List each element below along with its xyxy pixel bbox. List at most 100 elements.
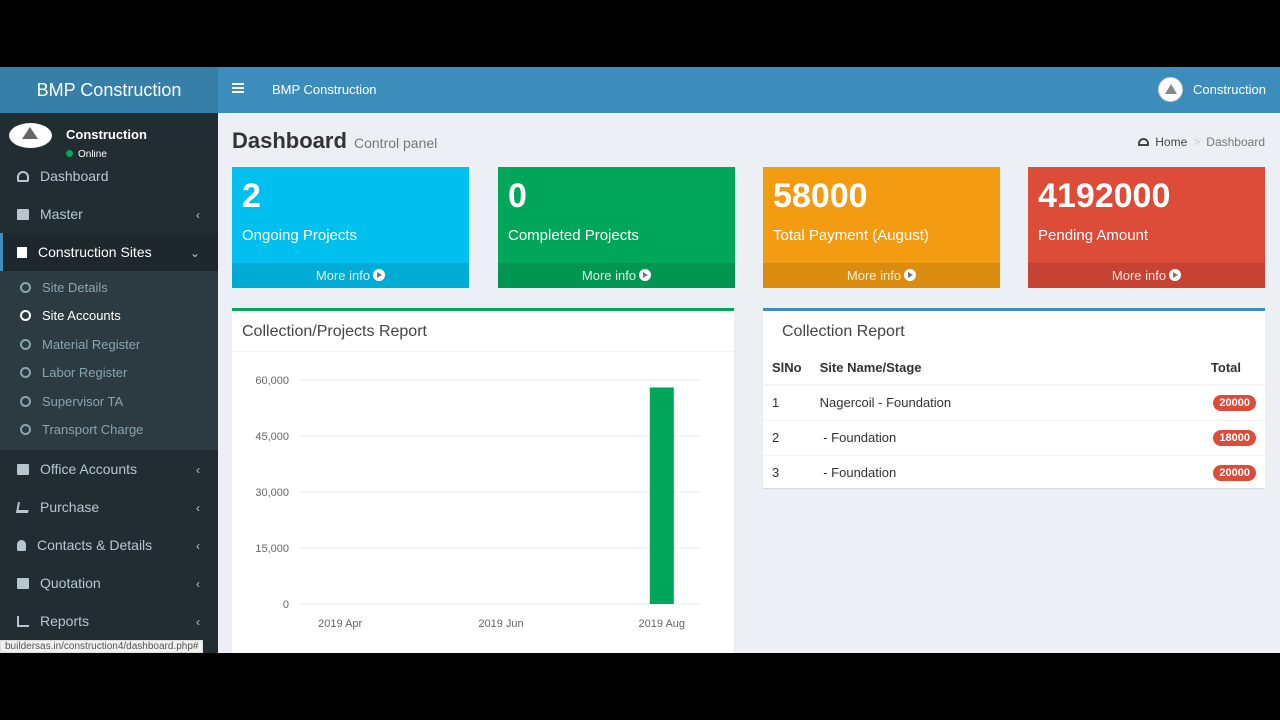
column-header-site: Site Name/Stage <box>810 351 1131 386</box>
chart-bar[interactable] <box>649 387 674 604</box>
dashboard-icon <box>1138 138 1150 146</box>
stat-box-total-payment: 58000 Total Payment (August) More info <box>763 167 1000 288</box>
sidebar-item-label: Office Accounts <box>40 461 138 477</box>
logo-text: BMP Construction <box>36 79 182 100</box>
circle-icon <box>20 310 31 322</box>
circle-icon <box>20 281 31 293</box>
breadcrumb-home[interactable]: Home <box>1155 135 1187 149</box>
book-icon <box>17 577 29 589</box>
more-info-link[interactable]: More info <box>1028 263 1265 288</box>
submenu-item-label: Site Details <box>42 279 108 295</box>
chevron-left-icon: ‹ <box>196 539 200 553</box>
page-subtitle: Control panel <box>354 135 438 151</box>
sidebar-item-label: Quotation <box>40 575 101 591</box>
sidebar-item-label: Construction Sites <box>38 244 152 260</box>
submenu-item-label: Site Accounts <box>42 308 121 324</box>
stat-value: 0 <box>508 177 527 215</box>
sidebar-item-purchase[interactable]: Purchase ‹ <box>0 488 218 526</box>
sidebar-item-contacts-details[interactable]: Contacts & Details ‹ <box>0 526 218 564</box>
more-info-label: More info <box>846 268 902 283</box>
panel-divider <box>232 351 734 352</box>
submenu-item-supervisor-ta[interactable]: Supervisor TA <box>0 387 218 416</box>
submenu-item-label: Transport Charge <box>42 422 144 438</box>
stat-box-completed-projects: 0 Completed Projects More info <box>498 167 735 288</box>
cell-total: 18000 <box>1130 419 1265 455</box>
sidebar-item-office-accounts[interactable]: Office Accounts ‹ <box>0 450 218 488</box>
collection-report-table: SlNo Site Name/Stage Total 1 Nagercoil -… <box>763 351 1265 490</box>
chevron-left-icon: ‹ <box>196 501 200 515</box>
stat-label: Pending Amount <box>1038 227 1149 244</box>
book-icon <box>17 208 29 220</box>
topbar-title: BMP Construction <box>272 82 377 97</box>
collection-report-panel: Collection Report SlNo Site Name/Stage T… <box>763 308 1265 490</box>
cell-slno: 1 <box>763 384 811 420</box>
sidebar-toggle-icon[interactable] <box>232 83 244 93</box>
sidebar-item-quotation[interactable]: Quotation ‹ <box>0 564 218 602</box>
stat-label: Ongoing Projects <box>242 227 358 244</box>
stat-value: 2 <box>242 177 261 215</box>
circle-icon <box>20 424 31 436</box>
more-info-link[interactable]: More info <box>763 263 1000 288</box>
x-tick-label: 2019 Aug <box>639 618 686 630</box>
chevron-down-icon: ⌄ <box>189 246 200 260</box>
y-tick-label: 15,000 <box>255 543 289 555</box>
y-tick-label: 30,000 <box>255 487 289 499</box>
stat-label: Total Payment (August) <box>773 227 929 244</box>
user-menu-label: Construction <box>1193 82 1266 97</box>
submenu-item-material-register[interactable]: Material Register <box>0 330 218 359</box>
submenu-item-site-accounts[interactable]: Site Accounts <box>0 302 218 331</box>
sidebar-item-label: Purchase <box>40 499 100 515</box>
total-badge: 18000 <box>1213 430 1256 446</box>
sidebar-item-label: Dashboard <box>40 168 109 184</box>
circle-icon <box>20 338 31 350</box>
chevron-left-icon: ‹ <box>196 577 200 591</box>
sidebar: Construction Online Dashboard Master ‹ C… <box>0 113 218 653</box>
sidebar-user-name: Construction <box>66 127 147 142</box>
submenu-item-transport-charge[interactable]: Transport Charge <box>0 416 218 445</box>
submenu-item-site-details[interactable]: Site Details <box>0 273 218 302</box>
user-menu[interactable]: Construction <box>1158 77 1266 102</box>
cell-site: Nagercoil - Foundation <box>810 384 1131 420</box>
cart-icon <box>16 501 30 513</box>
y-tick-label: 60,000 <box>255 375 289 387</box>
chevron-left-icon: ‹ <box>196 463 200 477</box>
circle-icon <box>20 395 31 407</box>
more-info-label: More info <box>315 268 371 283</box>
app-logo[interactable]: BMP Construction <box>0 67 218 113</box>
main-content: Dashboard Control panel Home > Dashboard… <box>218 113 1280 653</box>
sidebar-item-reports[interactable]: Reports ‹ <box>0 602 218 640</box>
collection-bar-chart: 0 15,000 30,000 45,000 60,000 2019 Apr 2019 Ju… <box>255 375 702 630</box>
arrow-circle-right-icon <box>639 269 652 281</box>
breadcrumb: Home > Dashboard <box>1138 135 1265 149</box>
cell-total: 20000 <box>1130 384 1265 420</box>
user-panel: Construction Online <box>0 113 218 157</box>
chart-panel-title: Collection/Projects Report <box>242 323 427 340</box>
submenu-item-labor-register[interactable]: Labor Register <box>0 359 218 388</box>
submenu-item-label: Labor Register <box>42 365 128 381</box>
construction-sites-submenu: Site Details Site Accounts Material Regi… <box>0 271 218 450</box>
breadcrumb-current: Dashboard <box>1206 135 1265 149</box>
table-row: 2 - Foundation 18000 <box>763 419 1265 455</box>
circle-icon <box>20 367 31 379</box>
cell-total: 20000 <box>1130 454 1265 490</box>
more-info-label: More info <box>581 268 637 283</box>
column-header-slno: SlNo <box>763 351 811 386</box>
submenu-item-label: Material Register <box>42 336 141 352</box>
user-icon <box>17 539 26 551</box>
bar-chart-icon <box>17 615 29 627</box>
table-row: 3 - Foundation 20000 <box>763 454 1265 490</box>
sidebar-item-construction-sites[interactable]: Construction Sites ⌄ <box>0 233 218 271</box>
chevron-left-icon: ‹ <box>196 208 200 222</box>
arrow-circle-right-icon <box>904 269 917 281</box>
sidebar-item-dashboard[interactable]: Dashboard <box>0 157 218 195</box>
column-header-total: Total <box>1130 351 1265 386</box>
arrow-circle-right-icon <box>373 269 386 281</box>
table-header-row: SlNo Site Name/Stage Total <box>763 351 1265 386</box>
more-info-link[interactable]: More info <box>498 263 735 288</box>
sidebar-avatar <box>9 123 52 148</box>
dashboard-icon <box>17 170 29 182</box>
sidebar-item-master[interactable]: Master ‹ <box>0 195 218 233</box>
stat-box-pending-amount: 4192000 Pending Amount More info <box>1028 167 1265 288</box>
cell-slno: 3 <box>763 454 811 490</box>
more-info-link[interactable]: More info <box>232 263 469 288</box>
